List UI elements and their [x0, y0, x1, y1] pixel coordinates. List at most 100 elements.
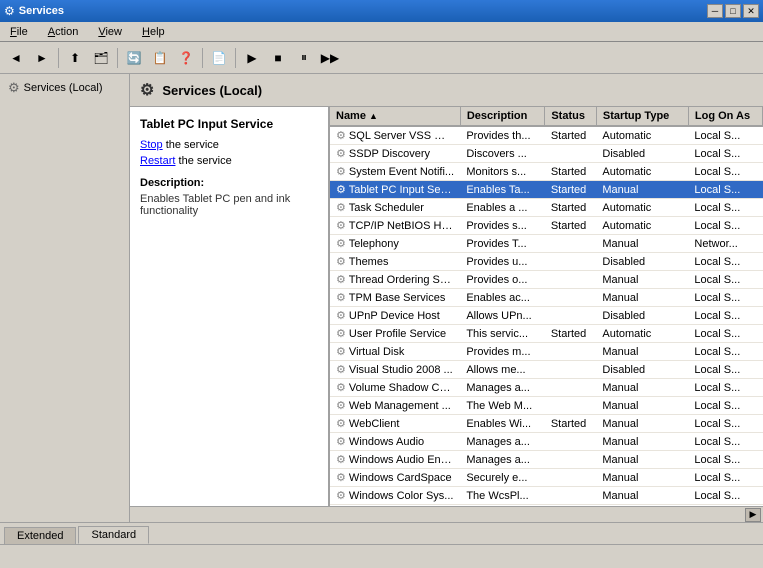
- horizontal-scrollbar[interactable]: ▶: [130, 506, 763, 522]
- start-button[interactable]: ▶: [240, 46, 264, 70]
- tree-item-services-local[interactable]: ⚙ Services (Local): [4, 78, 125, 98]
- cell-logon: Local S...: [688, 217, 762, 235]
- row-icon: ⚙: [336, 490, 346, 502]
- panel-header: ⚙ Services (Local): [130, 74, 763, 107]
- col-header-name[interactable]: Name ▲: [330, 107, 460, 126]
- cell-startup: Manual: [596, 343, 688, 361]
- cell-desc: Manages a...: [460, 379, 545, 397]
- table-row[interactable]: ⚙ Visual Studio 2008 ...Allows me...Disa…: [330, 361, 763, 379]
- cell-status: [545, 253, 597, 271]
- cell-startup: Automatic: [596, 199, 688, 217]
- table-row[interactable]: ⚙ Task SchedulerEnables a ...StartedAuto…: [330, 199, 763, 217]
- menu-file[interactable]: File: [4, 24, 34, 40]
- restart-text: the service: [175, 155, 231, 167]
- col-header-desc[interactable]: Description: [460, 107, 545, 126]
- table-row[interactable]: ⚙ Windows AudioManages a...ManualLocal S…: [330, 433, 763, 451]
- cell-name: ⚙ Telephony: [330, 235, 460, 253]
- table-row[interactable]: ⚙ Web Management ...The Web M...ManualLo…: [330, 397, 763, 415]
- cell-status: Started: [545, 325, 597, 343]
- table-row[interactable]: ⚙ User Profile ServiceThis servic...Star…: [330, 325, 763, 343]
- properties-button[interactable]: 📄: [207, 46, 231, 70]
- help-button[interactable]: ❓: [174, 46, 198, 70]
- table-row[interactable]: ⚙ Windows Audio End...Manages a...Manual…: [330, 451, 763, 469]
- back-button[interactable]: ◄: [4, 46, 28, 70]
- table-row[interactable]: ⚙ Virtual DiskProvides m...ManualLocal S…: [330, 343, 763, 361]
- tab-standard[interactable]: Standard: [78, 526, 149, 544]
- cell-startup: Disabled: [596, 253, 688, 271]
- services-table-container[interactable]: Name ▲ Description Status Startup Type L…: [330, 107, 763, 506]
- col-header-logon[interactable]: Log On As: [688, 107, 762, 126]
- cell-startup: Manual: [596, 487, 688, 505]
- table-row[interactable]: ⚙ TCP/IP NetBIOS He...Provides s...Start…: [330, 217, 763, 235]
- stop-text: the service: [163, 139, 219, 151]
- title-bar-controls: ─ □ ✕: [707, 4, 759, 18]
- col-header-status[interactable]: Status: [545, 107, 597, 126]
- row-icon: ⚙: [336, 382, 346, 394]
- cell-name: ⚙ Thread Ordering Se...: [330, 271, 460, 289]
- cell-startup: Manual: [596, 235, 688, 253]
- restart-link[interactable]: Restart: [140, 155, 175, 167]
- cell-name: ⚙ Windows CardSpace: [330, 469, 460, 487]
- table-row[interactable]: ⚙ Volume Shadow CopyManages a...ManualLo…: [330, 379, 763, 397]
- row-icon: ⚙: [336, 436, 346, 448]
- forward-button[interactable]: ►: [30, 46, 54, 70]
- row-icon: ⚙: [336, 184, 346, 196]
- table-row[interactable]: ⚙ Windows Color Sys...The WcsPl...Manual…: [330, 487, 763, 505]
- cell-name: ⚙ Themes: [330, 253, 460, 271]
- row-icon: ⚙: [336, 472, 346, 484]
- cell-status: Started: [545, 181, 597, 199]
- menu-action[interactable]: Action: [42, 24, 85, 40]
- cell-logon: Local S...: [688, 307, 762, 325]
- cell-status: [545, 145, 597, 163]
- cell-desc: Allows UPn...: [460, 307, 545, 325]
- cell-desc: Provides m...: [460, 343, 545, 361]
- cell-status: Started: [545, 163, 597, 181]
- export-button[interactable]: 📋: [148, 46, 172, 70]
- table-row[interactable]: ⚙ SSDP DiscoveryDiscovers ...DisabledLoc…: [330, 145, 763, 163]
- table-row[interactable]: ⚙ System Event Notifi...Monitors s...Sta…: [330, 163, 763, 181]
- scroll-right-btn[interactable]: ▶: [745, 508, 761, 522]
- row-icon: ⚙: [336, 364, 346, 376]
- stop-link[interactable]: Stop: [140, 139, 163, 151]
- table-row[interactable]: ⚙ Tablet PC Input ServiceEnables Ta...St…: [330, 181, 763, 199]
- table-row[interactable]: ⚙ WebClientEnables Wi...StartedManualLoc…: [330, 415, 763, 433]
- table-row[interactable]: ⚙ Windows CardSpaceSecurely e...ManualLo…: [330, 469, 763, 487]
- minimize-button[interactable]: ─: [707, 4, 723, 18]
- col-header-startup[interactable]: Startup Type: [596, 107, 688, 126]
- menu-help[interactable]: Help: [136, 24, 171, 40]
- maximize-button[interactable]: □: [725, 4, 741, 18]
- table-row[interactable]: ⚙ Thread Ordering Se...Provides o...Manu…: [330, 271, 763, 289]
- table-row[interactable]: ⚙ TelephonyProvides T...ManualNetwor...: [330, 235, 763, 253]
- cell-desc: Provides th...: [460, 126, 545, 145]
- title-bar: ⚙ Services ─ □ ✕: [0, 0, 763, 22]
- table-row[interactable]: ⚙ UPnP Device HostAllows UPn...DisabledL…: [330, 307, 763, 325]
- resume-button[interactable]: ▶▶: [318, 46, 342, 70]
- table-row[interactable]: ⚙ SQL Server VSS Wri...Provides th...Sta…: [330, 126, 763, 145]
- stop-service-link[interactable]: Stop the service: [140, 139, 318, 151]
- cell-name: ⚙ Web Management ...: [330, 397, 460, 415]
- show-hide-button[interactable]: 🗂: [89, 46, 113, 70]
- row-icon: ⚙: [336, 328, 346, 340]
- tree-item-icon: ⚙: [8, 80, 20, 96]
- cell-name: ⚙ Visual Studio 2008 ...: [330, 361, 460, 379]
- cell-startup: Automatic: [596, 325, 688, 343]
- table-row[interactable]: ⚙ TPM Base ServicesEnables ac...ManualLo…: [330, 289, 763, 307]
- cell-logon: Local S...: [688, 415, 762, 433]
- cell-desc: Provides T...: [460, 235, 545, 253]
- cell-name: ⚙ Task Scheduler: [330, 199, 460, 217]
- pause-button[interactable]: ⏸: [292, 46, 316, 70]
- cell-status: [545, 289, 597, 307]
- up-button[interactable]: ⬆: [63, 46, 87, 70]
- refresh-button[interactable]: 🔄: [122, 46, 146, 70]
- close-button[interactable]: ✕: [743, 4, 759, 18]
- cell-startup: Automatic: [596, 217, 688, 235]
- row-icon: ⚙: [336, 148, 346, 160]
- cell-logon: Local S...: [688, 253, 762, 271]
- menu-view[interactable]: View: [92, 24, 128, 40]
- restart-service-link[interactable]: Restart the service: [140, 155, 318, 167]
- table-row[interactable]: ⚙ ThemesProvides u...DisabledLocal S...: [330, 253, 763, 271]
- service-name: Tablet PC Input Service: [140, 117, 318, 131]
- tab-extended[interactable]: Extended: [4, 527, 76, 544]
- cell-logon: Local S...: [688, 451, 762, 469]
- stop-button[interactable]: ■: [266, 46, 290, 70]
